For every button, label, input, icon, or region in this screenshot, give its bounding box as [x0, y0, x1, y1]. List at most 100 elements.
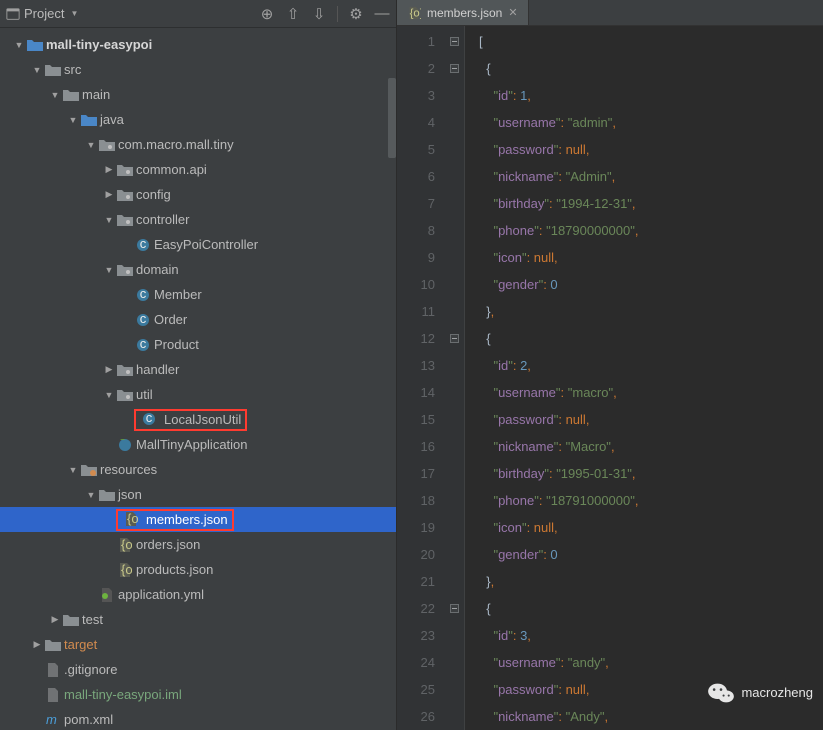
chevron-right-icon[interactable]: ▶: [30, 639, 44, 650]
tree-item[interactable]: .gitignore: [0, 657, 396, 682]
tree-item-label: orders.json: [134, 537, 200, 552]
chevron-right-icon[interactable]: ▶: [102, 164, 116, 175]
tree-item[interactable]: cOrder: [0, 307, 396, 332]
select-opened-file-button[interactable]: ⊕: [259, 6, 275, 22]
tree-item[interactable]: ▶config: [0, 182, 396, 207]
line-number: 17: [397, 460, 435, 487]
tree-item[interactable]: ▶ test: [0, 607, 396, 632]
fold-marker: [445, 433, 464, 460]
line-number: 26: [397, 703, 435, 730]
tree-item[interactable]: {o}orders.json: [0, 532, 396, 557]
tree-item[interactable]: ▼controller: [0, 207, 396, 232]
fold-marker: [445, 514, 464, 541]
code-line: {: [479, 55, 823, 82]
tree-item[interactable]: ▼java: [0, 107, 396, 132]
tree-item[interactable]: ▼domain: [0, 257, 396, 282]
code-line: username: "admin",: [479, 109, 823, 136]
tree-item-label: pom.xml: [62, 712, 113, 727]
editor-tab-members-json[interactable]: {o} members.json ✕: [397, 0, 529, 25]
line-number: 1: [397, 28, 435, 55]
chevron-down-icon[interactable]: ▼: [48, 90, 62, 100]
tree-item-label: util: [134, 387, 153, 402]
line-number: 5: [397, 136, 435, 163]
chevron-down-icon[interactable]: ▼: [102, 390, 116, 400]
expand-all-button[interactable]: ⇧: [285, 6, 301, 22]
chevron-down-icon[interactable]: ▼: [102, 265, 116, 275]
hide-panel-button[interactable]: —: [374, 6, 390, 22]
line-number: 14: [397, 379, 435, 406]
chevron-down-icon[interactable]: ▼: [84, 490, 98, 500]
code-line: phone: "18790000000",: [479, 217, 823, 244]
chevron-right-icon[interactable]: ▶: [48, 614, 62, 625]
chevron-down-icon[interactable]: ▼: [84, 140, 98, 150]
pkg-icon: [116, 263, 134, 277]
fold-marker[interactable]: [445, 325, 464, 352]
fold-marker: [445, 703, 464, 730]
line-number: 3: [397, 82, 435, 109]
tree-item[interactable]: ▼json: [0, 482, 396, 507]
tree-item-label: target: [62, 637, 97, 652]
watermark-text: macrozheng: [741, 679, 813, 706]
svg-text:{o}: {o}: [410, 7, 421, 19]
line-number: 20: [397, 541, 435, 568]
tree-item[interactable]: ▶handler: [0, 357, 396, 382]
line-number: 9: [397, 244, 435, 271]
project-title-label: Project: [24, 6, 64, 21]
tree-item[interactable]: ▼main: [0, 82, 396, 107]
tree-item[interactable]: ▼com.macro.mall.tiny: [0, 132, 396, 157]
tree-item[interactable]: application.yml: [0, 582, 396, 607]
line-number: 16: [397, 433, 435, 460]
tree-item[interactable]: ▼ util: [0, 382, 396, 407]
svg-text:c: c: [140, 338, 147, 351]
tree-item[interactable]: {o}products.json: [0, 557, 396, 582]
fold-marker: [445, 244, 464, 271]
tree-item[interactable]: {o}members.json: [0, 507, 396, 532]
close-tab-icon[interactable]: ✕: [508, 6, 517, 19]
fold-marker: [445, 109, 464, 136]
chevron-down-icon[interactable]: ▼: [66, 465, 80, 475]
project-title-dropdown[interactable]: Project ▼: [6, 6, 78, 21]
tree-item[interactable]: ▼resources: [0, 457, 396, 482]
fold-marker[interactable]: [445, 595, 464, 622]
tree-item-label: test: [80, 612, 103, 627]
project-tree[interactable]: ▼mall-tiny-easypoi▼src▼main▼java▼com.mac…: [0, 28, 396, 730]
tree-item[interactable]: MallTinyApplication: [0, 432, 396, 457]
wechat-icon: [707, 681, 735, 705]
fold-marker[interactable]: [445, 55, 464, 82]
tree-item[interactable]: mall-tiny-easypoi.iml: [0, 682, 396, 707]
gutter-fold-column[interactable]: [445, 26, 465, 730]
collapse-all-button[interactable]: ⇩: [311, 6, 327, 22]
gear-icon[interactable]: ⚙: [348, 6, 364, 22]
tree-item[interactable]: cLocalJsonUtil: [0, 407, 396, 432]
fold-marker[interactable]: [445, 28, 464, 55]
editor-area: {o} members.json ✕ 123456789101112131415…: [397, 0, 823, 730]
project-toolbar: Project ▼ ⊕ ⇧ ⇩ ⚙ —: [0, 0, 396, 28]
code-line: gender: 0: [479, 271, 823, 298]
chevron-right-icon[interactable]: ▶: [102, 364, 116, 375]
tree-item[interactable]: ▼mall-tiny-easypoi: [0, 32, 396, 57]
tree-item[interactable]: cProduct: [0, 332, 396, 357]
code-content[interactable]: [ { id: 1, username: "admin", password: …: [465, 26, 823, 730]
chevron-down-icon[interactable]: ▼: [12, 40, 26, 50]
code-line: username: "andy",: [479, 649, 823, 676]
chevron-down-icon[interactable]: ▼: [102, 215, 116, 225]
fold-marker: [445, 622, 464, 649]
wechat-watermark: macrozheng: [707, 679, 813, 706]
code-editor[interactable]: 1234567891011121314151617181920212223242…: [397, 26, 823, 730]
file-icon: [44, 663, 62, 677]
tree-item[interactable]: cMember: [0, 282, 396, 307]
chevron-down-icon[interactable]: ▼: [30, 65, 44, 75]
tree-item[interactable]: cEasyPoiController: [0, 232, 396, 257]
tree-item[interactable]: mpom.xml: [0, 707, 396, 730]
chevron-right-icon[interactable]: ▶: [102, 189, 116, 200]
scrollbar-thumb[interactable]: [388, 78, 396, 158]
tree-item[interactable]: ▶ target: [0, 632, 396, 657]
fold-marker: [445, 82, 464, 109]
chevron-down-icon[interactable]: ▼: [66, 115, 80, 125]
tree-item[interactable]: ▼src: [0, 57, 396, 82]
tree-item[interactable]: ▶common.api: [0, 157, 396, 182]
tree-item-label: mall-tiny-easypoi.iml: [62, 687, 182, 702]
line-number: 19: [397, 514, 435, 541]
line-number: 15: [397, 406, 435, 433]
fold-marker: [445, 190, 464, 217]
